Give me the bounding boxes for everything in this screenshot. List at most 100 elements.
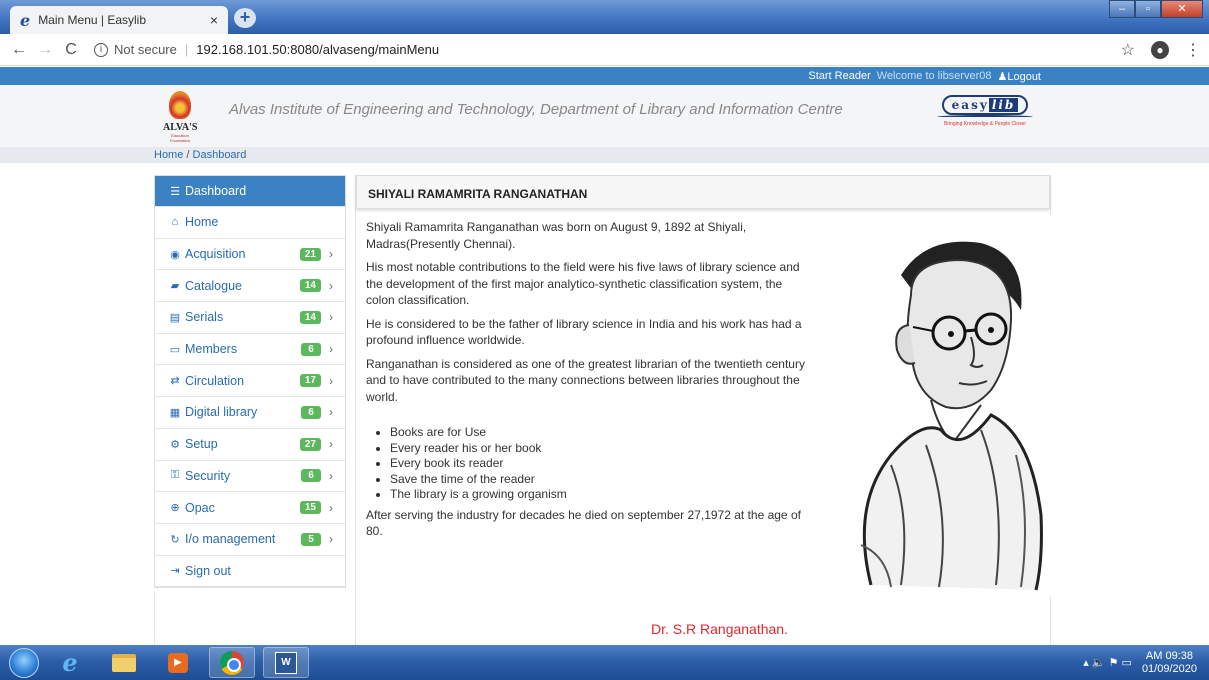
acquisition-icon: ◉ <box>170 248 180 261</box>
clock-time: AM 09:38 <box>1145 649 1194 662</box>
sidebar-item-label: Members <box>185 342 238 357</box>
taskbar-media-button[interactable]: ▶ <box>155 647 201 678</box>
system-clock[interactable]: AM 09:38 01/09/2020 <box>1142 650 1197 676</box>
sidebar-item-sign-out[interactable]: ⇥ Sign out <box>155 556 345 588</box>
chevron-right-icon: › <box>329 373 333 388</box>
alvas-flame-icon <box>169 91 191 119</box>
easylib-logo-easy: easy <box>951 98 989 112</box>
breadcrumb-current: Dashboard <box>192 149 247 161</box>
taskbar-word-button[interactable]: W <box>263 647 309 678</box>
taskbar-explorer-button[interactable] <box>101 647 147 678</box>
app-top-strip: Start Reader Welcome to libserver08 ♟Log… <box>0 67 1209 85</box>
bookmark-star-icon[interactable]: ☆ <box>1121 40 1135 60</box>
start-reader-link[interactable]: Start Reader <box>808 70 870 83</box>
browser-tab[interactable]: e Main Menu | Easylib × <box>10 6 228 34</box>
url-field[interactable]: i Not secure | 192.168.101.50:8080/alvas… <box>94 42 439 57</box>
sidebar-item-i-o-management[interactable]: ↻ I/o management 5 › <box>155 524 345 556</box>
count-badge: 15 <box>299 501 321 515</box>
breadcrumb-home-link[interactable]: Home <box>154 149 183 161</box>
url-separator: | <box>184 42 189 57</box>
catalogue-icon: ▰ <box>170 280 180 293</box>
sidebar-item-label: Opac <box>185 500 215 515</box>
media-player-icon: ▶ <box>168 652 188 673</box>
chevron-right-icon: › <box>329 532 333 547</box>
count-badge: 21 <box>299 247 321 261</box>
breadcrumb: Home / Dashboard <box>0 147 1209 163</box>
logout-link[interactable]: ♟Logout <box>997 70 1041 83</box>
sidebar-item-serials[interactable]: ▤ Serials 14 › <box>155 302 345 334</box>
tray-icons[interactable]: ▴ 🔈 ⚑ ▭ <box>1083 656 1132 669</box>
new-tab-button[interactable]: + <box>234 8 256 28</box>
dashboard-icon: ☰ <box>170 185 180 198</box>
chevron-right-icon: › <box>329 278 333 293</box>
start-button[interactable] <box>9 647 39 678</box>
count-badge: 6 <box>301 469 321 483</box>
opac-icon: ⊕ <box>170 502 180 515</box>
chevron-right-icon: › <box>329 500 333 515</box>
back-button[interactable]: ← <box>8 41 30 59</box>
sidebar-item-label: Setup <box>185 437 218 452</box>
sidebar-item-label: Catalogue <box>185 278 242 293</box>
sidebar-item-label: Sign out <box>185 563 231 578</box>
institute-title: Alvas Institute of Engineering and Techn… <box>229 101 843 118</box>
digital-library-icon: ▦ <box>169 406 181 419</box>
law-item: Every book its reader <box>390 456 806 472</box>
home-icon: ⌂ <box>171 216 179 229</box>
sidebar-item-members[interactable]: ▭ Members 6 › <box>155 334 345 366</box>
page-body: ☰ Dashboard ⌂ Home ◉ Acquisition 21 › ▰ Catalogue… <box>0 163 1209 645</box>
ranganathan-portrait <box>831 215 1053 597</box>
security-label: Not secure <box>114 42 177 57</box>
setup-icon: ⚙ <box>170 438 180 451</box>
site-info-icon[interactable]: i <box>94 42 108 57</box>
five-laws-list: Books are for Use Every reader his or he… <box>390 425 806 503</box>
bio-paragraph: His most notable contributions to the fi… <box>366 260 800 307</box>
sidebar-item-catalogue[interactable]: ▰ Catalogue 14 › <box>155 270 345 303</box>
browser-tab-strip: e Main Menu | Easylib × + – ▫ ✕ <box>0 0 1209 34</box>
members-icon: ▭ <box>169 343 181 356</box>
alvas-logo-tagline: Education Foundation <box>169 133 190 143</box>
sidebar-item-security[interactable]: ⚿ Security 6 › <box>155 461 345 493</box>
sidebar-item-setup[interactable]: ⚙ Setup 27 › <box>155 429 345 461</box>
tab-close-icon[interactable]: × <box>210 12 218 28</box>
bio-paragraph: Ranganathan is considered as one of the … <box>366 356 805 404</box>
sidebar-item-label: Serials <box>185 310 224 325</box>
sidebar-item-circulation[interactable]: ⇄ Circulation 17 › <box>155 365 345 398</box>
window-controls: – ▫ ✕ <box>1109 0 1203 18</box>
taskbar-chrome-button[interactable] <box>209 647 255 678</box>
forward-button[interactable]: → <box>34 41 56 59</box>
sidebar-item-label: Home <box>185 215 219 230</box>
content-heading: SHIYALI RAMAMRITA RANGANATHAN <box>356 175 1050 209</box>
sidebar-item-dashboard[interactable]: ☰ Dashboard <box>155 176 345 207</box>
sidebar-item-home[interactable]: ⌂ Home <box>155 207 345 239</box>
browser-actions: ☆ ● ⋮ <box>1121 40 1201 60</box>
i-o-management-icon: ↻ <box>170 533 180 546</box>
browser-menu-icon[interactable]: ⋮ <box>1185 40 1201 60</box>
sidebar-item-opac[interactable]: ⊕ Opac 15 › <box>155 492 345 524</box>
sidebar-item-label: Digital library <box>185 405 258 420</box>
breadcrumb-separator: / <box>183 149 193 161</box>
bio-closing: After serving the industry for decades h… <box>366 507 801 539</box>
minimize-button[interactable]: – <box>1109 0 1135 18</box>
sidebar-item-acquisition[interactable]: ◉ Acquisition 21 › <box>155 239 345 271</box>
portrait-caption: Dr. S.R Ranganathan. <box>651 621 788 637</box>
tab-title: Main Menu | Easylib <box>38 13 147 27</box>
maximize-button[interactable]: ▫ <box>1135 0 1161 18</box>
url-text: 192.168.101.50:8080/alvaseng/mainMenu <box>196 42 440 57</box>
count-badge: 14 <box>299 279 321 293</box>
window-close-button[interactable]: ✕ <box>1161 0 1203 18</box>
taskbar-ie-button[interactable]: e <box>47 647 93 678</box>
chevron-right-icon: › <box>329 468 333 483</box>
main-content-panel: SHIYALI RAMAMRITA RANGANATHAN Shiyali Ra… <box>355 175 1053 645</box>
count-badge: 17 <box>299 374 321 388</box>
sidebar-item-digital-library[interactable]: ▦ Digital library 6 › <box>155 397 345 429</box>
chrome-icon <box>220 650 244 675</box>
sidebar-menu: ☰ Dashboard ⌂ Home ◉ Acquisition 21 › ▰ Catalogue… <box>154 175 346 589</box>
account-icon[interactable]: ● <box>1151 40 1169 59</box>
bio-paragraph: Shiyali Ramamrita Ranganathan was born o… <box>366 220 747 251</box>
serials-icon: ▤ <box>169 311 181 324</box>
easylib-swoosh <box>937 115 1033 119</box>
sidebar-item-label: Circulation <box>185 373 245 388</box>
reload-button[interactable]: C <box>60 41 82 59</box>
count-badge: 27 <box>299 437 321 451</box>
alvas-logo-name: ALVA'S <box>163 122 198 133</box>
